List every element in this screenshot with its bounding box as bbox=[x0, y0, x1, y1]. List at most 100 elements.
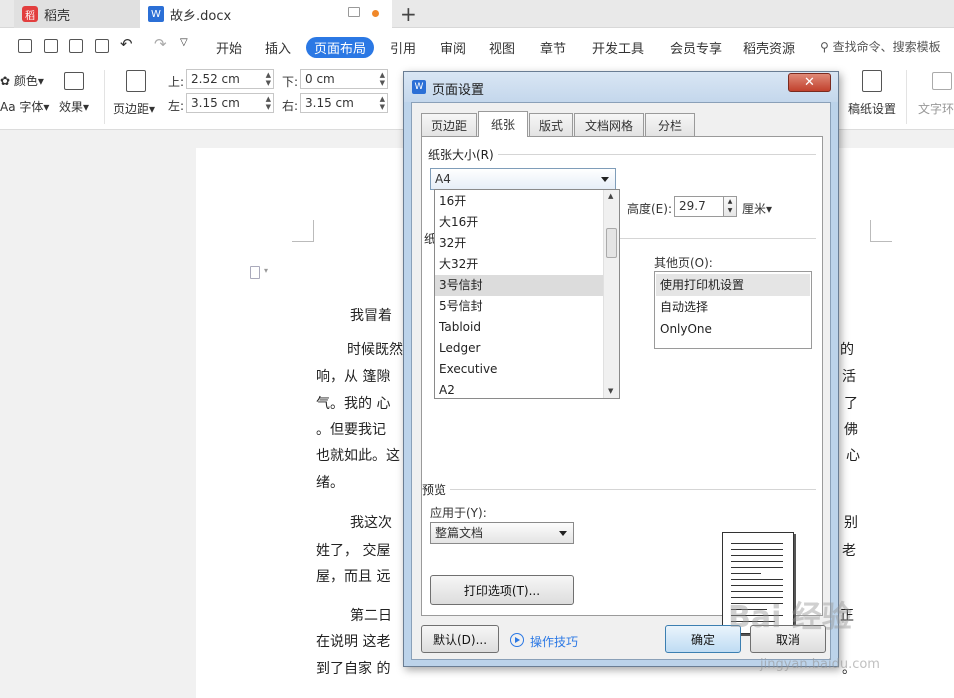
apply-to-label: 应用于(Y): bbox=[430, 506, 487, 520]
daoke-logo-icon: 稻 bbox=[22, 6, 38, 22]
tips-link[interactable]: 操作技巧 bbox=[530, 633, 578, 650]
text-wrap-button[interactable]: 文字环 bbox=[918, 100, 954, 117]
scroll-down-icon[interactable]: ▼ bbox=[608, 387, 613, 395]
list-item[interactable]: 自动选择 bbox=[656, 296, 810, 318]
right-margin-input[interactable]: 3.15 cm ▲ ▼ bbox=[300, 93, 388, 113]
print-options-button[interactable]: 打印选项(T)... bbox=[430, 575, 574, 605]
watermark-url: jingyan.baidu.com bbox=[760, 657, 880, 672]
close-button[interactable]: ✕ bbox=[788, 73, 831, 92]
paper-size-value: A4 bbox=[435, 172, 451, 186]
paper-option[interactable]: 大32开 bbox=[435, 254, 603, 275]
paper-option[interactable]: Ledger bbox=[435, 338, 603, 359]
menu-review[interactable]: 审阅 bbox=[440, 38, 466, 57]
export-icon[interactable] bbox=[44, 39, 58, 53]
doc-line: 也就如此。这 bbox=[316, 448, 400, 464]
print-icon[interactable] bbox=[69, 39, 83, 53]
save-icon[interactable] bbox=[18, 39, 32, 53]
redo-icon[interactable]: ↷ bbox=[154, 35, 167, 53]
paper-option[interactable]: 5号信封 bbox=[435, 296, 603, 317]
tab-daoke[interactable]: 稻 稻壳 bbox=[14, 0, 140, 28]
chevron-down-icon: ▾ bbox=[83, 100, 90, 114]
play-tips-icon[interactable] bbox=[510, 633, 524, 647]
list-item[interactable]: OnlyOne bbox=[656, 318, 810, 340]
top-margin-input[interactable]: 2.52 cm ▲ ▼ bbox=[186, 69, 274, 89]
spin-arrows-icon[interactable]: ▲ ▼ bbox=[380, 71, 385, 87]
text-wrap-icon[interactable] bbox=[932, 72, 952, 90]
tab-paper[interactable]: 纸张 bbox=[478, 111, 528, 137]
paper-size-select[interactable]: A4 bbox=[430, 168, 616, 190]
height-label: 高度(E): bbox=[627, 202, 672, 216]
other-pages-list[interactable]: 使用打印机设置 自动选择 OnlyOne bbox=[654, 271, 812, 349]
paper-option[interactable]: Executive bbox=[435, 359, 603, 380]
menu-view[interactable]: 视图 bbox=[489, 38, 515, 57]
paper-size-dropdown[interactable]: 16开 大16开 32开 大32开 3号信封 5号信封 Tabloid Ledg… bbox=[434, 189, 620, 399]
tab-bar: 稻 稻壳 W 故乡.docx + bbox=[0, 0, 954, 28]
apply-to-select[interactable]: 整篇文档 bbox=[430, 522, 574, 544]
customize-chevron-icon[interactable]: ▽ bbox=[180, 37, 188, 48]
paper-option-selected[interactable]: 3号信封 bbox=[435, 275, 603, 296]
menu-home[interactable]: 开始 bbox=[216, 38, 242, 57]
menu-daoke-resources[interactable]: 稻壳资源 bbox=[743, 38, 795, 57]
spin-arrows-icon[interactable]: ▲ ▼ bbox=[380, 95, 385, 111]
tab-margins[interactable]: 页边距 bbox=[421, 113, 477, 136]
list-item[interactable]: 使用打印机设置 bbox=[656, 274, 810, 296]
print-preview-icon[interactable] bbox=[95, 39, 109, 53]
menu-member[interactable]: 会员专享 bbox=[670, 38, 722, 57]
menu-references[interactable]: 引用 bbox=[390, 38, 416, 57]
tab-document-grid[interactable]: 文档网格 bbox=[574, 113, 644, 136]
paper-option[interactable]: A2 bbox=[435, 380, 603, 398]
tab-layout[interactable]: 版式 bbox=[529, 113, 573, 136]
chevron-down-icon: ▾ bbox=[149, 102, 156, 116]
paper-option[interactable]: 32开 bbox=[435, 233, 603, 254]
preview-line bbox=[731, 555, 783, 556]
preview-line bbox=[731, 561, 783, 562]
grid-paper-button[interactable]: 稿纸设置 bbox=[848, 100, 896, 117]
bottom-margin-label: 下: bbox=[282, 75, 299, 89]
grid-paper-icon[interactable] bbox=[862, 70, 882, 92]
height-input[interactable]: 29.7 bbox=[674, 196, 724, 217]
paper-option[interactable]: Tabloid bbox=[435, 317, 603, 338]
doc-line: 时候既然 bbox=[347, 342, 403, 358]
margins-label: 页边距 bbox=[113, 102, 150, 116]
margins-icon[interactable] bbox=[126, 70, 146, 92]
left-margin-input[interactable]: 3.15 cm ▲ ▼ bbox=[186, 93, 274, 113]
new-tab-plus-icon[interactable]: + bbox=[400, 2, 417, 26]
preview-line bbox=[731, 573, 761, 574]
unit-select[interactable]: 厘米▾ bbox=[742, 200, 772, 217]
spin-arrows-icon[interactable]: ▲ ▼ bbox=[266, 95, 271, 111]
tab-document[interactable]: W 故乡.docx bbox=[140, 0, 392, 28]
writer-logo-icon: W bbox=[412, 80, 426, 94]
command-search[interactable]: ⚲ 查找命令、搜索模板 bbox=[820, 38, 941, 55]
menu-chapter[interactable]: 章节 bbox=[540, 38, 566, 57]
spin-arrows-icon[interactable]: ▲ ▼ bbox=[266, 71, 271, 87]
dialog-title-bar[interactable]: W 页面设置 ✕ bbox=[404, 72, 838, 102]
menu-page-layout[interactable]: 页面布局 bbox=[306, 37, 374, 58]
height-spinner[interactable]: ▲ ▼ bbox=[723, 196, 737, 217]
menu-insert[interactable]: 插入 bbox=[265, 38, 291, 57]
dropdown-scrollbar[interactable]: ▲ ▼ bbox=[603, 190, 619, 398]
tab-label: 稻壳 bbox=[44, 8, 71, 24]
font-button[interactable]: Aa 字体▾ bbox=[0, 98, 49, 115]
monitor-icon[interactable] bbox=[348, 7, 360, 17]
chevron-down-icon: ▾ bbox=[264, 266, 269, 275]
document-outline-icon[interactable] bbox=[250, 266, 260, 279]
bottom-margin-input[interactable]: 0 cm ▲ ▼ bbox=[300, 69, 388, 89]
scrollbar-thumb[interactable] bbox=[606, 228, 617, 258]
color-button[interactable]: ✿ 颜色▾ bbox=[0, 72, 44, 89]
scroll-up-icon[interactable]: ▲ bbox=[608, 192, 613, 200]
tab-columns[interactable]: 分栏 bbox=[645, 113, 695, 136]
doc-fragment: 老 bbox=[842, 543, 856, 559]
doc-line: 我冒着 bbox=[350, 308, 392, 324]
margin-corner-mark bbox=[870, 220, 892, 242]
effect-icon[interactable] bbox=[64, 72, 84, 90]
default-button[interactable]: 默认(D)... bbox=[421, 625, 499, 653]
paper-option[interactable]: 大16开 bbox=[435, 212, 603, 233]
margins-button[interactable]: 页边距▾ bbox=[113, 100, 155, 117]
chevron-down-icon: ▾ bbox=[766, 202, 773, 216]
paper-option[interactable]: 16开 bbox=[435, 191, 603, 212]
undo-icon[interactable]: ↶ bbox=[120, 35, 133, 53]
effect-button[interactable]: 效果▾ bbox=[59, 98, 89, 115]
unit-label: 厘米 bbox=[742, 202, 767, 216]
menu-developer[interactable]: 开发工具 bbox=[592, 38, 644, 57]
doc-line: 第二日 bbox=[350, 608, 392, 624]
